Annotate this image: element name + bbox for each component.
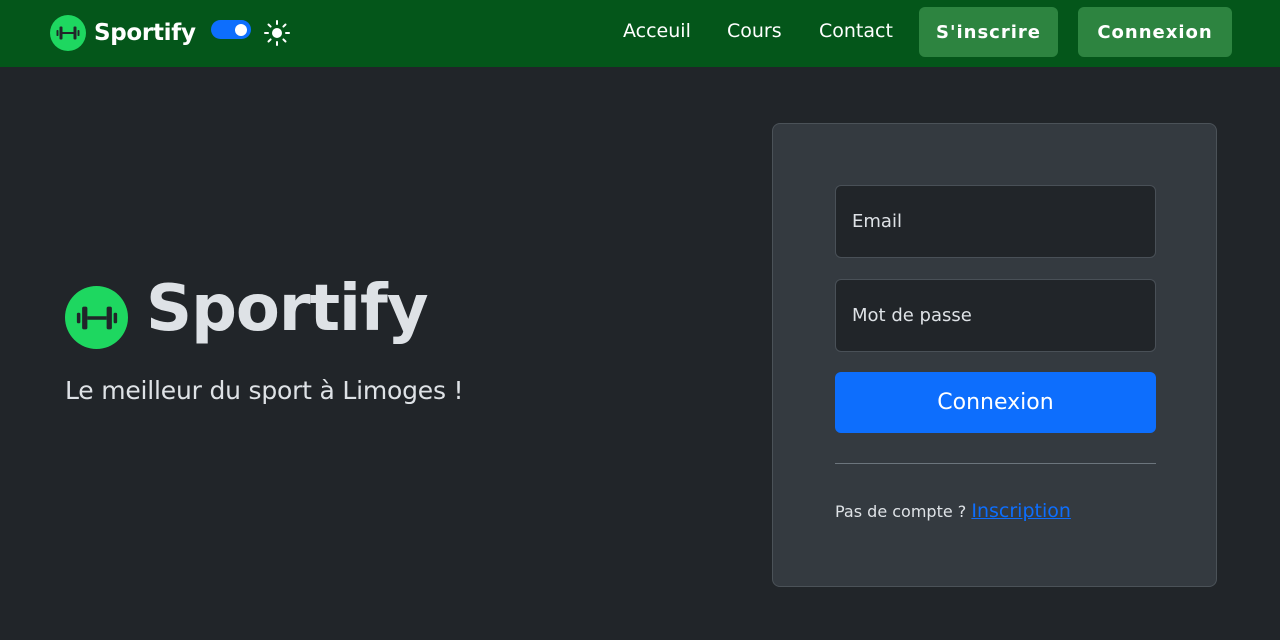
sun-icon[interactable] [263, 19, 291, 47]
login-button[interactable]: Connexion [1078, 7, 1232, 57]
nav-link-cours[interactable]: Cours [727, 20, 782, 42]
password-field[interactable] [835, 279, 1156, 352]
signup-prompt: Pas de compte ? Inscription [835, 500, 1071, 522]
nav-link-contact[interactable]: Contact [819, 20, 893, 42]
brand-link[interactable]: Sportify [50, 15, 196, 51]
dumbbell-icon [50, 15, 86, 51]
toggle-knob [235, 23, 247, 36]
nav-link-acceuil[interactable]: Acceuil [623, 20, 691, 42]
signup-link[interactable]: Inscription [971, 500, 1071, 522]
no-account-text: Pas de compte ? [835, 502, 967, 521]
brand-name: Sportify [94, 20, 196, 46]
divider [835, 463, 1156, 464]
login-submit-button[interactable]: Connexion [835, 372, 1156, 433]
hero-title: Sportify [146, 272, 429, 346]
hero-subtitle: Le meilleur du sport à Limoges ! [65, 376, 464, 405]
signup-button[interactable]: S'inscrire [919, 7, 1058, 57]
theme-toggle[interactable] [211, 20, 251, 39]
navbar: Sportify Acceuil Cours Contact S'inscrir… [0, 0, 1280, 67]
email-field[interactable] [835, 185, 1156, 258]
dumbbell-icon [65, 286, 128, 349]
login-card: Connexion Pas de compte ? Inscription [772, 123, 1217, 587]
